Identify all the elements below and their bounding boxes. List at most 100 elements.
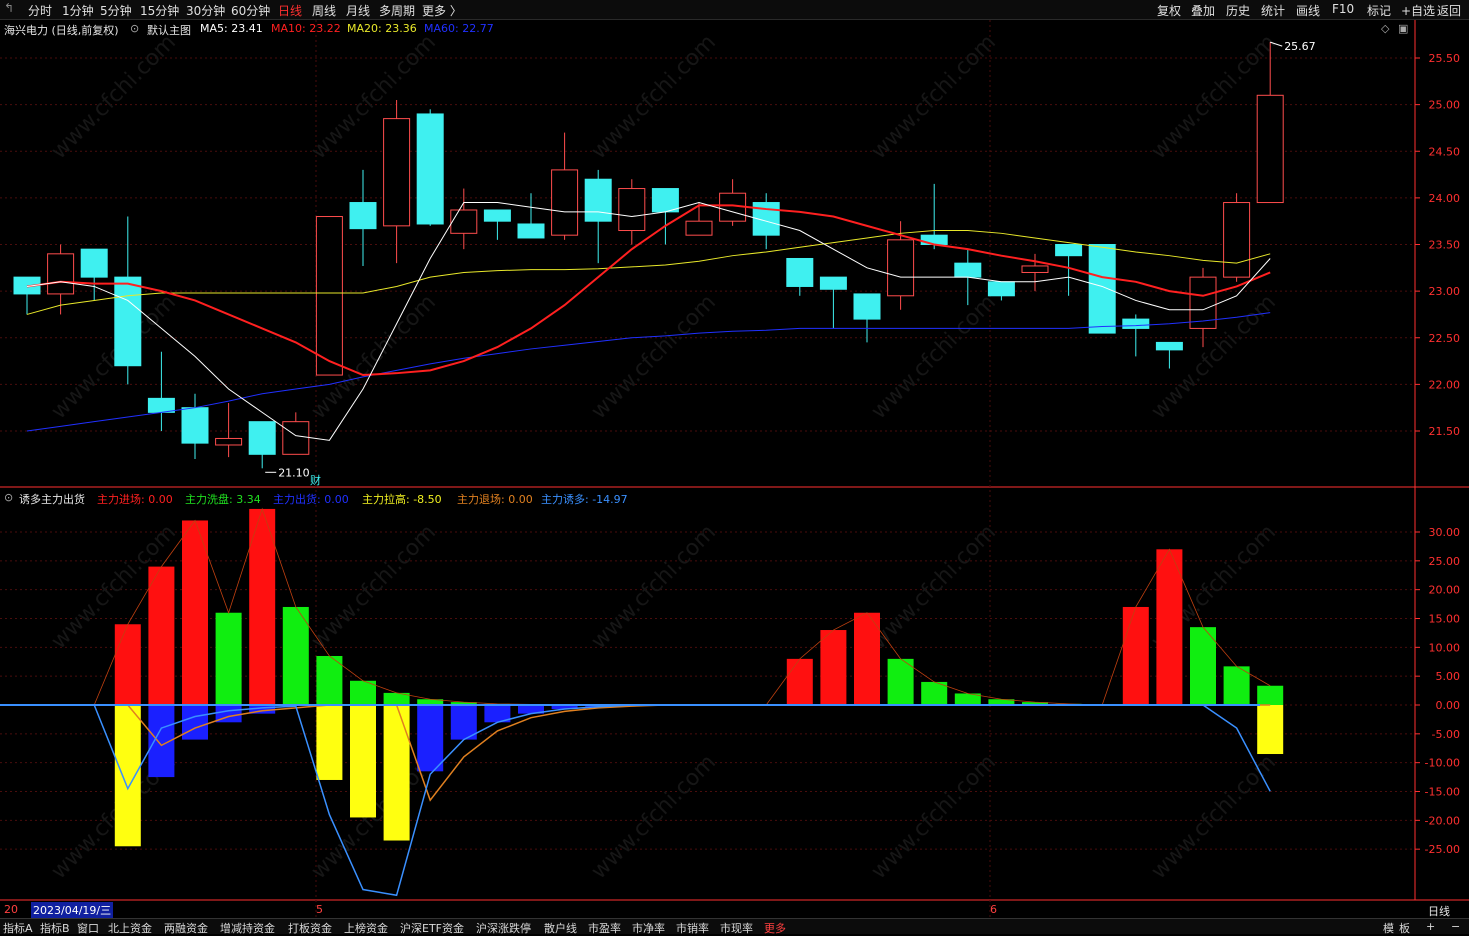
watermark-text: www.cfchi.com: [587, 290, 721, 424]
period-indicator: 日线: [1428, 905, 1450, 918]
candle-body: [383, 118, 411, 227]
watermark-text: www.cfchi.com: [47, 30, 181, 164]
legend-entry: 主力进场: 0.00: [97, 493, 173, 506]
price-tick-label: 23.00: [1429, 285, 1461, 298]
bottom-tab-4[interactable]: 两融资金: [164, 920, 208, 936]
indicator-bar-0: [786, 658, 813, 705]
bottom-tab-6[interactable]: 打板资金: [288, 920, 332, 936]
candle-body: [853, 293, 881, 320]
candle-body: [1256, 94, 1284, 204]
candle-body: [1055, 244, 1083, 257]
remove-window-button[interactable]: −: [1451, 920, 1460, 933]
candle-body: [685, 220, 713, 236]
legend-ship: 主力出货: 0.00: [273, 493, 349, 506]
candle-body: [1088, 244, 1116, 334]
high-price-label: 25.67: [1284, 40, 1316, 53]
candle-body: [416, 113, 444, 225]
indicator-bar-0: [820, 630, 847, 705]
indicator-bar-0: [1122, 606, 1149, 705]
indicator-bar-0: [148, 566, 175, 705]
indicator-bar-0: [182, 520, 208, 705]
candle-body: [987, 281, 1015, 297]
bottom-tab-5[interactable]: 增减持资金: [220, 920, 275, 936]
indicator-bar-0: [114, 624, 141, 705]
candle-body: [1155, 341, 1183, 351]
candle-body: [181, 407, 209, 444]
indicator-tick-label: -10.00: [1425, 757, 1460, 770]
bottom-tab-3[interactable]: 北上资金: [108, 920, 152, 936]
indicator-bar-3: [383, 705, 410, 841]
bottom-tab-15[interactable]: 更多: [764, 920, 786, 936]
indicator-tick-label: 30.00: [1429, 526, 1461, 539]
month-label-5: 5: [316, 903, 323, 916]
indicator-bar-3: [350, 705, 376, 818]
legend-exit: 主力退场: 0.00: [457, 493, 533, 506]
watermark-text: www.cfchi.com: [587, 750, 721, 884]
watermark-text: www.cfchi.com: [867, 290, 1001, 424]
indicator-toggle-icon[interactable]: ⊙: [4, 491, 13, 504]
bottom-tab-12[interactable]: 市净率: [632, 920, 665, 936]
candle-body: [819, 276, 847, 290]
template-button-1[interactable]: 模: [1383, 920, 1394, 936]
price-tick-label: 22.50: [1429, 332, 1461, 345]
indicator-tick-label: 5.00: [1436, 670, 1461, 683]
legend-pull: 主力拉高: -8.50: [362, 493, 442, 506]
bottom-tab-11[interactable]: 市盈率: [588, 920, 621, 936]
candle-body: [483, 209, 511, 222]
indicator-tick-label: 0.00: [1436, 699, 1461, 712]
watermark-text: www.cfchi.com: [587, 520, 721, 654]
indicator-bar-1: [887, 658, 914, 705]
bottom-tab-8[interactable]: 沪深ETF资金: [400, 920, 464, 936]
watermark-text: www.cfchi.com: [307, 520, 441, 654]
bottom-tab-0[interactable]: 指标A: [3, 920, 33, 936]
candle-body: [315, 216, 343, 376]
price-tick-label: 24.50: [1429, 145, 1461, 158]
legend-lure: 主力诱多: -14.97: [541, 493, 628, 506]
candle-body: [248, 421, 276, 455]
candle-body: [786, 257, 814, 287]
watermark-text: www.cfchi.com: [867, 750, 1001, 884]
template-button-2[interactable]: 板: [1399, 920, 1410, 936]
candle-body: [584, 178, 612, 222]
watermark-text: www.cfchi.com: [1147, 750, 1281, 884]
indicator-bar-1: [215, 612, 242, 705]
indicator-tabbar: 指标A 指标B 窗口 北上资金 两融资金 增减持资金 打板资金 上榜资金 沪深ETF资金 沪深涨跌…: [0, 918, 1469, 936]
bottom-tab-7[interactable]: 上榜资金: [344, 920, 388, 936]
bottom-tab-9[interactable]: 沪深涨跌停: [476, 920, 531, 936]
indicator-name[interactable]: 诱多主力出货: [19, 491, 85, 507]
candle-body: [887, 239, 915, 297]
date-prefix: 20: [4, 903, 18, 916]
candle-body: [1122, 318, 1150, 329]
candle-body: [1223, 202, 1251, 278]
indicator-bar-0: [854, 612, 880, 705]
indicator-bar-3: [316, 705, 343, 780]
price-chart[interactable]: 25.50 25.00 24.50 24.00 23.50 23.00 22.50 22.00…: [0, 0, 1469, 933]
indicator-tick-label: -5.00: [1432, 728, 1460, 741]
candle-body: [215, 437, 243, 446]
low-price-label: 21.10: [278, 466, 310, 479]
bottom-tab-10[interactable]: 散户线: [544, 920, 577, 936]
indicator-tick-label: 15.00: [1429, 613, 1461, 626]
indicator-bar-1: [1223, 666, 1250, 705]
candle-body: [80, 248, 108, 278]
indicator-bar-2: [417, 705, 444, 772]
indicator-tick-label: 20.00: [1429, 584, 1461, 597]
watermark-text: www.cfchi.com: [867, 30, 1001, 164]
indicator-bar-1: [1257, 685, 1284, 705]
bottom-tab-13[interactable]: 市销率: [676, 920, 709, 936]
candle-body: [1021, 265, 1049, 273]
candle-body: [450, 209, 478, 234]
bottom-tab-14[interactable]: 市现率: [720, 920, 753, 936]
price-tick-label: 21.50: [1429, 425, 1461, 438]
candle-body: [618, 188, 646, 232]
price-tick-label: 22.00: [1429, 378, 1461, 391]
candle-body: [147, 397, 175, 413]
bottom-tab-1[interactable]: 指标B: [40, 920, 70, 936]
indicator-tick-label: -20.00: [1425, 814, 1460, 827]
legend-wash: 主力洗盘: 3.34: [185, 493, 261, 506]
bottom-tab-2[interactable]: 窗口: [77, 920, 99, 936]
indicator-tick-label: -25.00: [1425, 843, 1460, 856]
watermark-text: www.cfchi.com: [587, 30, 721, 164]
indicator-bar-2: [182, 705, 208, 740]
add-window-button[interactable]: +: [1426, 920, 1435, 933]
